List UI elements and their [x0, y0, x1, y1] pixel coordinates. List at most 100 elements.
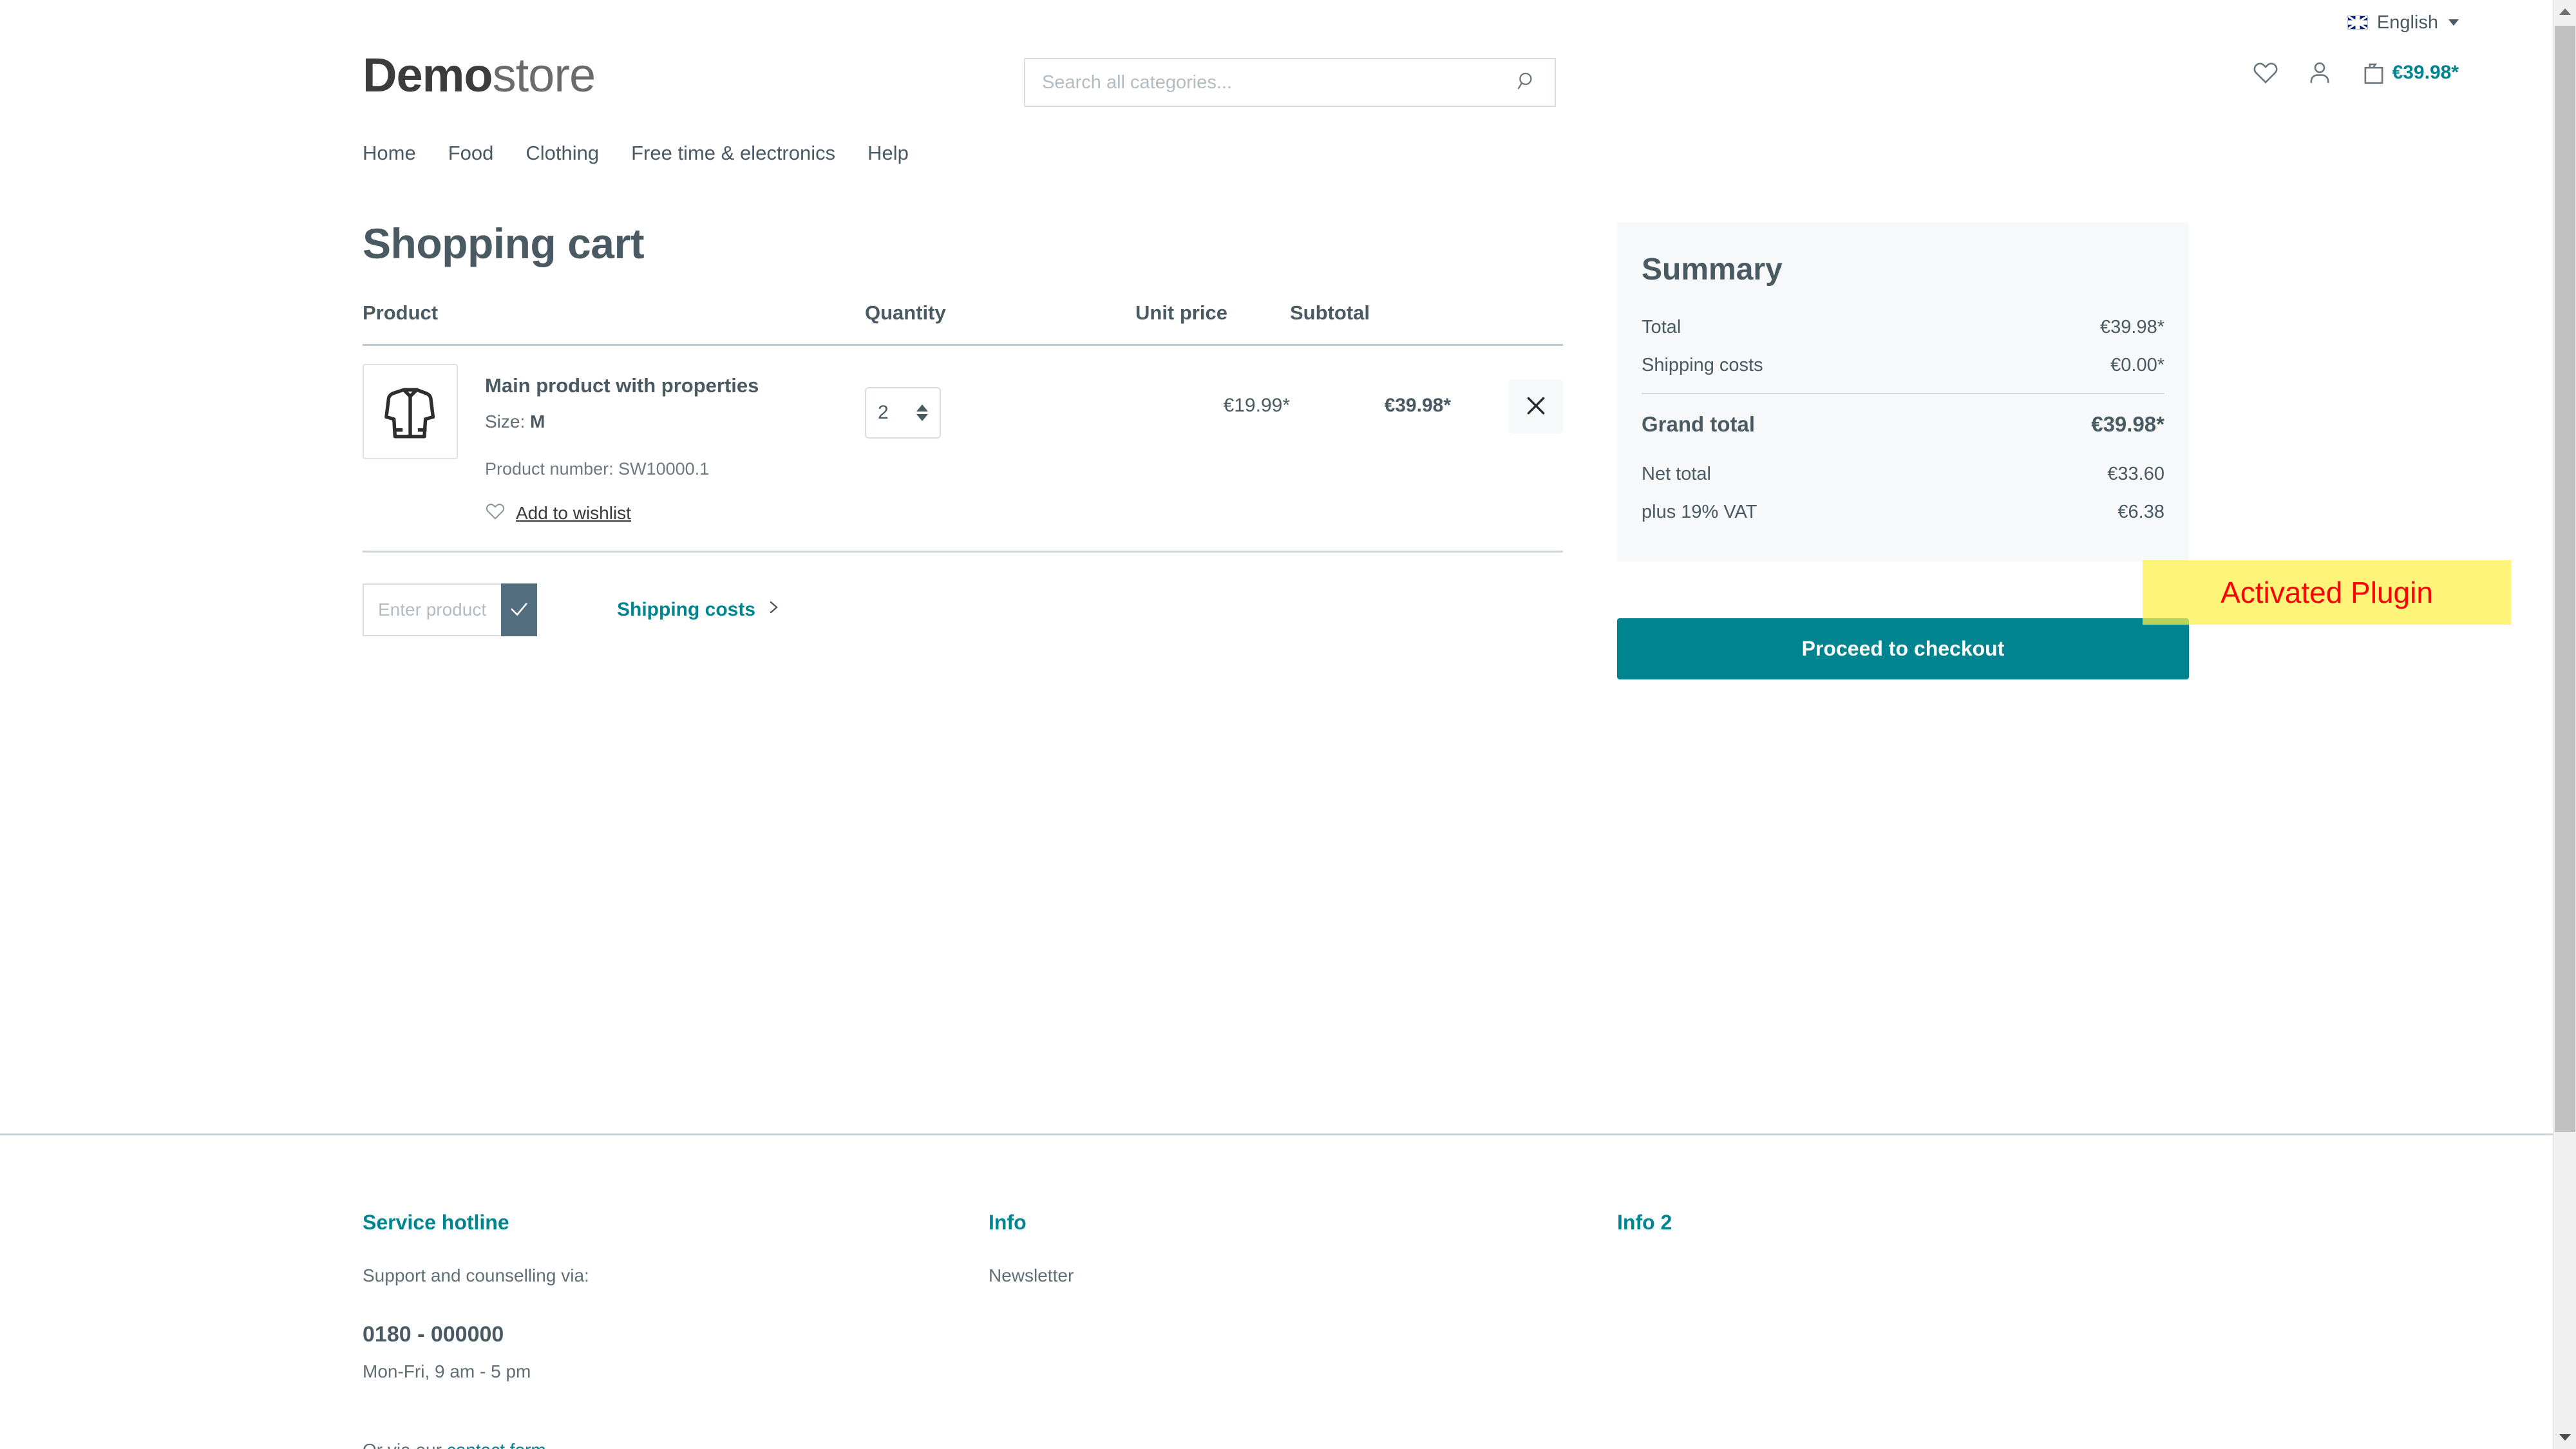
cart-table: Product Quantity Unit price Subtotal Mai…	[363, 301, 1563, 636]
top-utility-bar: English	[0, 0, 2553, 45]
page-root: English Demostore Search all categories.…	[0, 0, 2576, 1449]
product-option-label: Size:	[485, 412, 526, 431]
product-thumbnail[interactable]	[363, 364, 458, 459]
summary-vat-label: plus 19% VAT	[1642, 502, 1757, 522]
footer-column-service-hotline: Service hotline Support and counselling …	[363, 1211, 942, 1449]
heart-icon	[485, 501, 506, 525]
footer-title-info-2: Info 2	[1617, 1211, 1672, 1234]
footer-support-text: Support and counselling via:	[363, 1265, 589, 1285]
footer-phone-number: 0180 - 000000	[363, 1322, 504, 1347]
column-header-subtotal: Subtotal	[1290, 301, 1370, 324]
footer-title-service-hotline: Service hotline	[363, 1211, 509, 1234]
main-navigation: Home Food Clothing Free time & electroni…	[363, 142, 909, 165]
footer-contact-line: Or via our contact form.	[363, 1440, 942, 1449]
chevron-right-icon	[766, 598, 781, 621]
scroll-down-button[interactable]	[2553, 1426, 2576, 1449]
unit-price-value: €19.99*	[1223, 395, 1290, 416]
header-icon-group: €39.98*	[2252, 59, 2459, 86]
product-name[interactable]: Main product with properties	[485, 374, 759, 397]
cart-product-cell: Main product with properties Size: M Pro…	[363, 364, 865, 525]
summary-row-total: Total €39.98*	[1642, 317, 2164, 338]
column-header-quantity: Quantity	[865, 301, 946, 324]
shipping-costs-link[interactable]: Shipping costs	[617, 598, 781, 621]
triangle-up-icon	[2559, 8, 2571, 15]
stepper-arrows-icon[interactable]	[916, 404, 928, 421]
language-selector[interactable]: English	[2347, 12, 2459, 33]
summary-row-grand-total: Grand total €39.98*	[1642, 412, 2164, 437]
summary-grand-total-value: €39.98*	[2091, 412, 2164, 436]
triangle-down-icon	[2559, 1434, 2571, 1441]
product-number-form	[363, 583, 537, 636]
footer-link-newsletter[interactable]: Newsletter	[989, 1265, 1504, 1286]
close-icon	[1523, 393, 1549, 421]
nav-item-free-time-electronics[interactable]: Free time & electronics	[631, 142, 835, 165]
nav-item-clothing[interactable]: Clothing	[526, 142, 599, 165]
summary-panel: Summary Total €39.98* Shipping costs €0.…	[1617, 222, 2189, 562]
product-option: Size: M	[485, 412, 759, 432]
footer-divider	[0, 1133, 2553, 1135]
activated-plugin-badge: Activated Plugin	[2143, 560, 2511, 625]
footer-column-info: Info Newsletter	[989, 1211, 1504, 1286]
site-logo[interactable]: Demostore	[363, 52, 596, 99]
quantity-stepper[interactable]: 2	[865, 387, 941, 439]
cart-table-header: Product Quantity Unit price Subtotal	[363, 301, 1563, 346]
check-icon	[508, 598, 530, 622]
summary-shipping-value: €0.00*	[2110, 355, 2164, 375]
summary-grand-total-label: Grand total	[1642, 412, 1756, 436]
shipping-costs-label: Shipping costs	[617, 599, 756, 620]
footer-column-info-2: Info 2	[1617, 1211, 2132, 1265]
scrollbar-thumb[interactable]	[2555, 26, 2575, 1132]
proceed-to-checkout-button[interactable]: Proceed to checkout	[1617, 618, 2189, 679]
product-option-value: M	[530, 412, 545, 431]
product-details: Main product with properties Size: M Pro…	[485, 364, 759, 525]
jacket-icon	[384, 388, 435, 439]
logo-light-part: store	[492, 48, 596, 102]
remove-line-item-button[interactable]	[1509, 379, 1563, 433]
column-header-unit-price: Unit price	[1135, 301, 1227, 324]
summary-shipping-label: Shipping costs	[1642, 355, 1763, 375]
language-label: English	[2376, 12, 2438, 33]
footer-contact-prefix: Or via our	[363, 1440, 447, 1449]
table-row: Main product with properties Size: M Pro…	[363, 346, 1563, 553]
summary-net-total-value: €33.60	[2107, 464, 2164, 484]
summary-net-total-label: Net total	[1642, 464, 1711, 484]
nav-item-home[interactable]: Home	[363, 142, 416, 165]
subtotal-value: €39.98*	[1384, 395, 1451, 416]
product-number-submit-button[interactable]	[501, 583, 537, 636]
nav-item-food[interactable]: Food	[448, 142, 494, 165]
summary-row-vat: plus 19% VAT €6.38	[1642, 502, 2164, 523]
footer-title-info: Info	[989, 1211, 1027, 1234]
footer-opening-hours: Mon-Fri, 9 am - 5 pm	[363, 1361, 531, 1381]
summary-total-value: €39.98*	[2100, 317, 2164, 337]
summary-row-shipping: Shipping costs €0.00*	[1642, 355, 2164, 376]
page-title: Shopping cart	[363, 220, 645, 267]
search-icon[interactable]	[1516, 70, 1538, 95]
nav-item-help[interactable]: Help	[867, 142, 909, 165]
search-box[interactable]	[1024, 58, 1556, 107]
caret-down-icon	[2448, 19, 2459, 26]
add-to-wishlist-label: Add to wishlist	[516, 502, 631, 523]
search-input[interactable]	[1042, 71, 1516, 93]
column-header-product: Product	[363, 301, 439, 324]
vertical-scrollbar[interactable]	[2553, 0, 2576, 1449]
cart-quantity-cell: 2	[865, 364, 1135, 439]
add-to-wishlist-button[interactable]: Add to wishlist	[485, 501, 759, 525]
cart-amount-label: €39.98*	[2392, 62, 2459, 83]
cart-button[interactable]: €39.98*	[2360, 59, 2459, 86]
product-number: Product number: SW10000.1	[485, 459, 710, 478]
summary-vat-value: €6.38	[2117, 502, 2164, 522]
heart-icon[interactable]	[2252, 59, 2279, 86]
scroll-up-button[interactable]	[2553, 0, 2576, 23]
summary-title: Summary	[1642, 252, 1783, 287]
logo-bold-part: Demo	[363, 48, 493, 102]
contact-form-link[interactable]: contact form	[447, 1440, 546, 1449]
product-number-input[interactable]	[363, 583, 501, 636]
footer-contact-suffix: .	[546, 1440, 551, 1449]
user-icon[interactable]	[2306, 59, 2333, 86]
site-header: Demostore Search all categories... €39.9…	[0, 45, 2553, 109]
summary-divider	[1642, 393, 2164, 394]
summary-total-label: Total	[1642, 317, 1681, 337]
cart-footer-actions: Shipping costs	[363, 583, 1563, 636]
uk-flag-icon	[2347, 15, 2368, 30]
quantity-value: 2	[878, 402, 889, 423]
